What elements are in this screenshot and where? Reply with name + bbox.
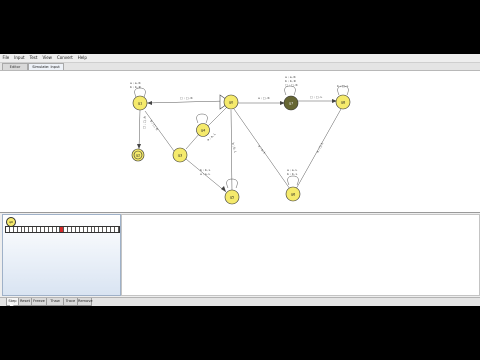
transition-labels: □ ; □, R a ; □, R □ ; □, L a ; a, R b ; … [130,75,349,176]
menu-file[interactable]: File [0,54,12,62]
configuration-list-area [121,214,480,296]
tab-simulate-input[interactable]: Simulate: Input [28,63,64,70]
svg-text:a ; □, L: a ; □, L [315,141,324,153]
svg-text:q6: q6 [291,193,296,197]
tab-editor[interactable]: Editor [2,63,28,70]
thaw-button[interactable]: Thaw [46,298,64,306]
jflap-window: File Input Test View Convert Help Editor Simu… [0,54,480,306]
menu-test[interactable]: Test [27,54,40,62]
svg-text:□ ; □, R: □ ; □, R [142,116,147,129]
state-q8[interactable]: q8 [335,94,351,110]
state-q3[interactable]: q3 [172,147,188,163]
svg-text:a ; □, R: a ; □, R [258,96,270,100]
svg-text:□ ; □, R: □ ; □, R [285,83,298,87]
svg-text:q4: q4 [201,129,206,133]
menu-view[interactable]: View [40,54,55,62]
transition-edges [134,85,349,193]
svg-text:q3: q3 [178,154,183,158]
svg-text:b ; □, L: b ; □, L [337,84,349,88]
trace-button[interactable]: Trace [63,298,78,306]
svg-text:b ; □, R: b ; □, R [149,119,159,131]
svg-text:q7: q7 [289,102,294,106]
svg-text:q2: q2 [136,154,141,158]
automaton-canvas[interactable]: □ ; □, R a ; □, R □ ; □, L a ; a, R b ; … [0,71,480,213]
menu-input[interactable]: Input [12,54,27,62]
state-q2[interactable]: q2 [131,148,145,162]
state-q0[interactable]: q0 [223,94,239,110]
remove-button[interactable]: Remove [77,298,93,306]
reset-button[interactable]: Reset [18,298,32,306]
svg-text:b ; b, L: b ; b, L [287,172,298,176]
state-q6[interactable]: q6 [285,186,301,202]
freeze-button[interactable]: Freeze [31,298,47,306]
menu-bar: File Input Test View Convert Help [0,54,480,63]
svg-text:q8: q8 [341,101,346,105]
automaton-diagram: □ ; □, R a ; □, R □ ; □, L a ; a, R b ; … [130,75,351,205]
svg-text:b ; b, L: b ; b, L [231,142,238,153]
state-q4[interactable]: q4 [196,123,210,137]
menu-help[interactable]: Help [75,54,89,62]
simulation-panel: q0 [0,213,480,296]
svg-text:q1: q1 [138,102,143,106]
svg-text:b ; b, R: b ; b, R [130,85,141,89]
svg-text:q5: q5 [230,196,235,200]
tape-cell [114,227,119,232]
svg-text:a ; a, L: a ; a, L [257,144,267,155]
svg-text:q0: q0 [229,101,234,105]
menu-convert[interactable]: Convert [54,54,75,62]
svg-text:□ ; □, L: □ ; □, L [310,95,322,99]
simulation-controls: Step Reset Freeze Thaw Trace Remove [0,297,480,306]
state-q5[interactable]: q5 [224,189,240,205]
svg-text:a ; a, L: a ; a, L [200,172,211,176]
configuration-view[interactable]: q0 [2,214,121,296]
top-tab-strip: Editor Simulate: Input [0,63,480,71]
state-q1[interactable]: q1 [132,95,148,111]
svg-text:□ ; □, R: □ ; □, R [180,96,193,100]
tape-strip [5,226,120,233]
state-q7[interactable]: q7 [283,95,299,111]
